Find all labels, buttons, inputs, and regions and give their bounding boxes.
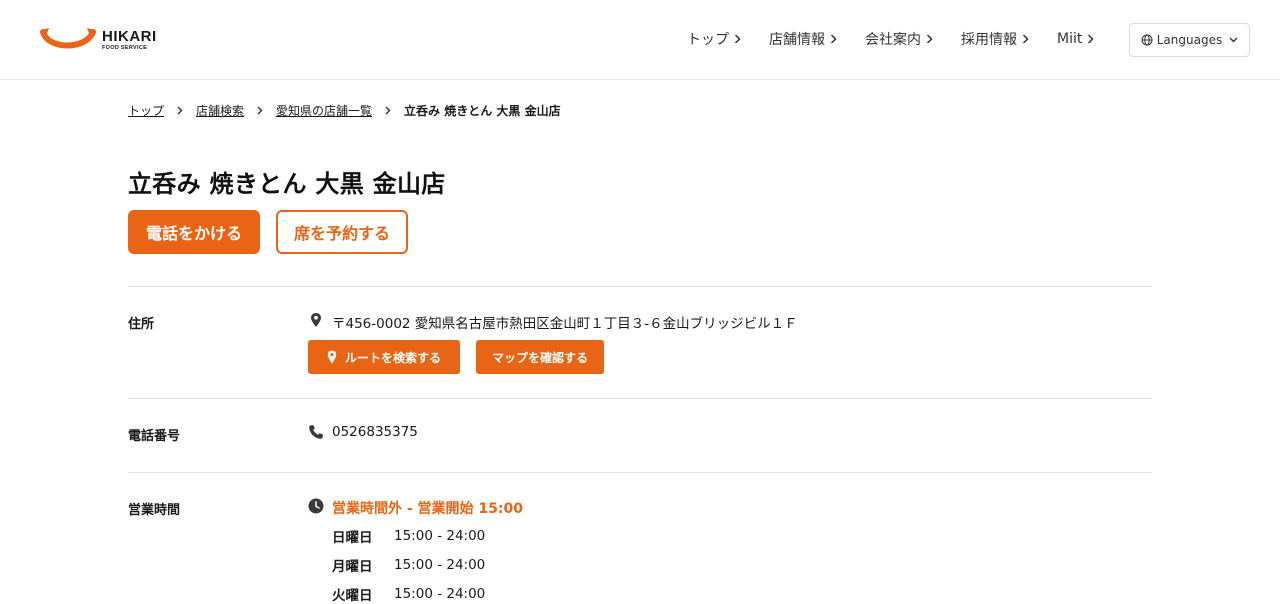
nav-item-label: Miit: [1057, 31, 1083, 47]
chevron-right-icon: [177, 106, 183, 114]
map-pin-icon: [327, 350, 337, 364]
logo-name: HIKARI: [102, 27, 157, 45]
nav-item-label: 店舗情報: [769, 32, 825, 48]
languages-label: Languages: [1156, 33, 1223, 47]
chevron-right-icon: [1022, 34, 1029, 44]
nav-item-label: 採用情報: [961, 32, 1017, 48]
hours-time: 15:00 - 24:00: [394, 528, 486, 544]
hours-day: 火曜日: [332, 588, 373, 604]
route-search-label: ルートを検索する: [344, 350, 441, 365]
clock-icon: [308, 498, 324, 514]
nav-item-top[interactable]: トップ: [687, 28, 741, 50]
hours-row: 火曜日 15:00 - 24:00: [332, 585, 485, 604]
chevron-right-icon: [926, 34, 933, 44]
site-header: HIKARI FOOD SERVICE トップ 店舗情報 会社案内 採用情報 M…: [0, 0, 1280, 80]
globe-icon: [1141, 34, 1153, 46]
logo-subtitle: FOOD SERVICE: [102, 44, 148, 51]
divider: [128, 472, 1152, 473]
chevron-right-icon: [257, 106, 263, 114]
breadcrumb-current: 立呑み 焼きとん 大黒 金山店: [404, 103, 561, 118]
nav-item-recruit[interactable]: 採用情報: [961, 28, 1029, 50]
page-title: 立呑み 焼きとん 大黒 金山店: [128, 170, 446, 198]
breadcrumb-link-aichi-stores[interactable]: 愛知県の店舗一覧: [276, 102, 372, 119]
phone-label: 電話番号: [128, 429, 181, 444]
hikari-logo[interactable]: HIKARI FOOD SERVICE: [40, 26, 157, 54]
breadcrumb-link-store-search[interactable]: 店舗検索: [196, 102, 244, 119]
route-search-button[interactable]: ルートを検索する: [308, 340, 460, 374]
hours-label: 営業時間: [128, 503, 181, 518]
address-value: 〒456-0002 愛知県名古屋市熱田区金山町１丁目３-６金山ブリッジビル１Ｆ: [332, 316, 798, 332]
chevron-right-icon: [1088, 34, 1094, 44]
hours-day: 月曜日: [332, 559, 373, 575]
hours-row: 月曜日 15:00 - 24:00: [332, 556, 486, 575]
breadcrumb: トップ 店舗検索 愛知県の店舗一覧 立呑み 焼きとん 大黒 金山店: [128, 100, 561, 120]
nav-item-label: トップ: [687, 32, 729, 48]
reserve-button[interactable]: 席を予約する: [276, 210, 408, 254]
hikari-smile-logo-icon: [40, 28, 96, 49]
breadcrumb-link-top[interactable]: トップ: [128, 102, 164, 119]
address-label: 住所: [128, 317, 155, 332]
view-map-button[interactable]: マップを確認する: [476, 340, 604, 374]
languages-button[interactable]: Languages: [1129, 23, 1250, 57]
chevron-right-icon: [734, 34, 741, 44]
phone-number[interactable]: 0526835375: [332, 424, 418, 440]
chevron-right-icon: [385, 106, 391, 114]
hours-time: 15:00 - 24:00: [394, 557, 486, 573]
nav-item-stores[interactable]: 店舗情報: [769, 28, 837, 50]
hours-row: 日曜日 15:00 - 24:00: [332, 527, 486, 546]
chevron-right-icon: [830, 34, 837, 44]
nav-item-company[interactable]: 会社案内: [865, 28, 933, 50]
hours-status: 営業時間外 - 営業開始 15:00: [332, 501, 523, 517]
call-button[interactable]: 電話をかける: [128, 210, 260, 254]
divider: [128, 286, 1152, 287]
nav-item-label: 会社案内: [865, 32, 921, 48]
chevron-down-icon: [1229, 37, 1238, 43]
map-pin-icon: [311, 313, 321, 327]
hours-day: 日曜日: [332, 530, 373, 546]
phone-icon: [309, 425, 323, 439]
divider: [128, 398, 1152, 399]
nav-item-miit[interactable]: Miit: [1057, 28, 1094, 50]
